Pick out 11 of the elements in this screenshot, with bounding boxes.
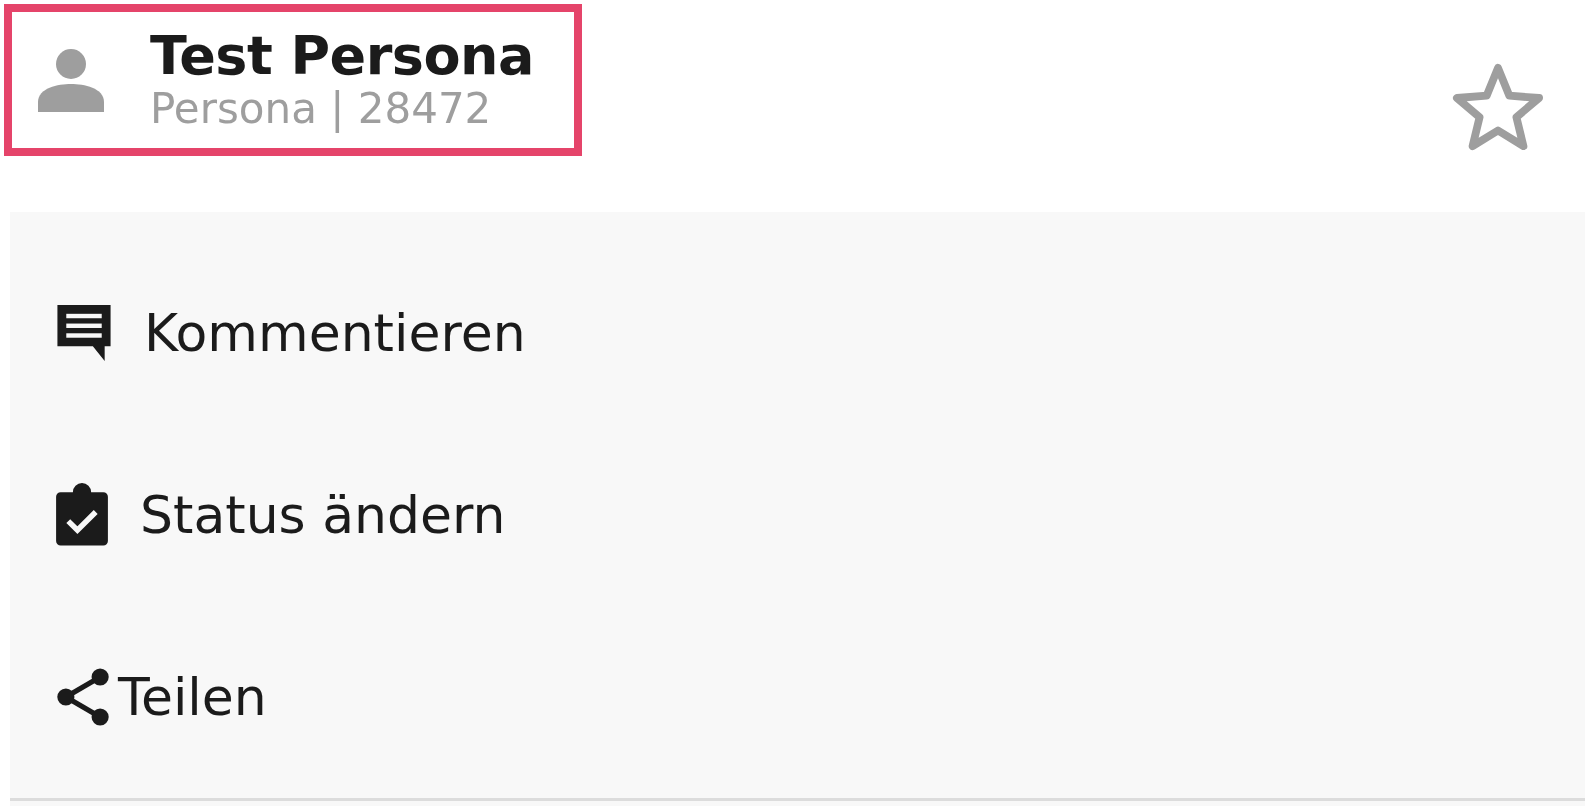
clipboard-check-icon — [54, 483, 110, 547]
persona-header[interactable]: Test Persona Persona | 28472 — [4, 4, 582, 156]
menu-item[interactable]: Kommentieren — [10, 242, 1585, 424]
menu-item[interactable]: Teilen — [10, 606, 1585, 788]
star-icon[interactable] — [1451, 62, 1545, 152]
person-icon — [38, 47, 104, 112]
persona-title: Test Persona — [150, 26, 534, 86]
comment-icon — [54, 302, 114, 364]
share-icon — [54, 667, 112, 727]
menu-item[interactable]: Status ändern — [10, 424, 1585, 606]
persona-subtitle: Persona | 28472 — [150, 85, 493, 134]
